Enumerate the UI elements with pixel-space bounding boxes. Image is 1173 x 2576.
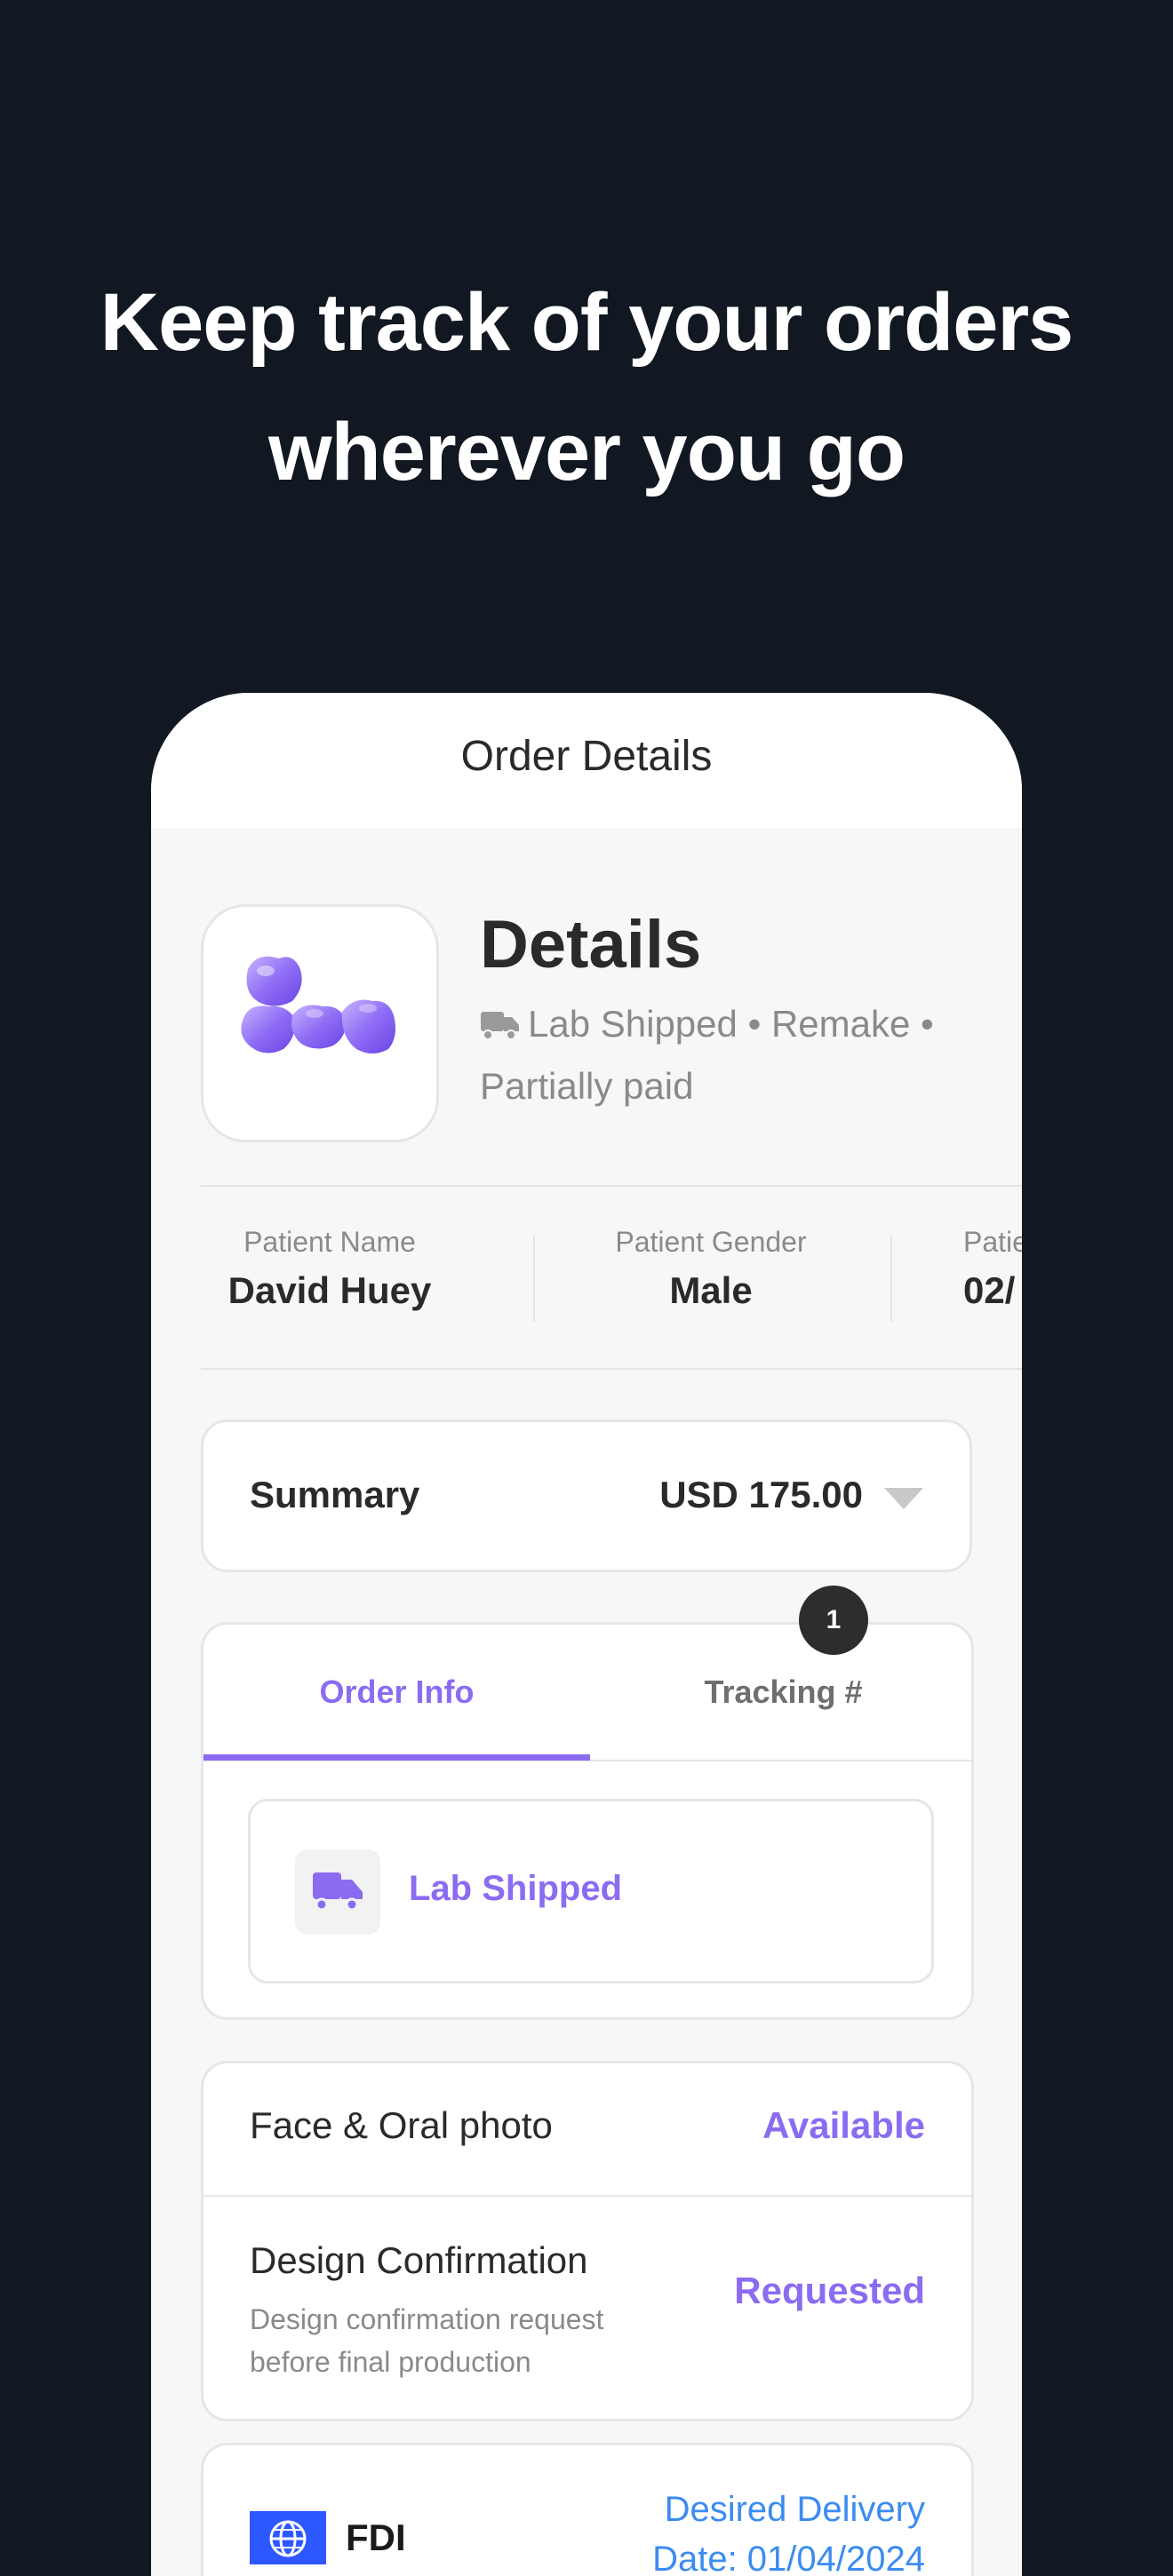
patient-name-value: David Huey: [227, 1269, 432, 1311]
order-thumbnail: [201, 904, 439, 1142]
globe-icon: [269, 2520, 307, 2557]
design-confirmation-status[interactable]: Requested: [734, 2270, 925, 2312]
summary-label: Summary: [250, 1474, 420, 1515]
headline-line-1: Keep track of your orders: [100, 277, 1074, 368]
shipping-status-label: Lab Shipped: [409, 1869, 622, 1908]
desired-delivery-line-2: Date: 01/04/2024: [652, 2540, 925, 2576]
headline: Keep track of your orders wherever you g…: [0, 258, 1173, 517]
truck-icon: [295, 1849, 380, 1935]
desired-delivery[interactable]: Desired Delivery Date: 01/04/2024: [652, 2485, 925, 2576]
design-confirmation-subtitle: Design confirmation request before final…: [250, 2303, 604, 2378]
shipping-status-card[interactable]: Lab Shipped: [248, 1799, 934, 1984]
summary-amount: USD 175.00: [659, 1474, 863, 1515]
order-status-line: Lab Shipped • Remake • Partially paid: [480, 995, 1004, 1116]
patient-gender-column: Patient Gender Male: [560, 1226, 862, 1312]
patient-dob-label: Patie: [963, 1226, 1022, 1258]
phone-screen: Order Details Details Lab Shipped • Rema…: [151, 693, 1022, 2576]
design-confirmation-title: Design Confirmation: [250, 2239, 588, 2281]
chevron-down-icon[interactable]: [884, 1488, 923, 1509]
patient-dob-column: Patie 02/: [963, 1226, 1022, 1312]
active-tab-indicator: [203, 1754, 590, 1761]
truck-icon: [480, 998, 521, 1057]
divider: [201, 1368, 1022, 1370]
tab-order-info[interactable]: Order Info: [203, 1674, 590, 1711]
fdi-label: FDI: [346, 2516, 406, 2558]
divider: [201, 1185, 1022, 1187]
patient-gender-value: Male: [669, 1269, 753, 1311]
separator: •: [747, 1003, 762, 1045]
divider: [203, 2195, 971, 2197]
patient-name-label: Patient Name: [243, 1226, 416, 1258]
tab-tracking[interactable]: Tracking #: [590, 1674, 977, 1711]
summary-card[interactable]: Summary USD 175.00: [201, 1419, 972, 1572]
divider: [533, 1235, 535, 1322]
tracking-count-badge: 1: [799, 1586, 868, 1655]
patient-name-column: Patient Name David Huey: [201, 1226, 459, 1312]
headline-line-2: wherever you go: [267, 407, 906, 497]
separator: •: [921, 1003, 934, 1045]
order-type: Remake: [770, 1003, 911, 1045]
face-oral-status[interactable]: Available: [762, 2104, 925, 2147]
desired-delivery-line-1: Desired Delivery: [664, 2490, 925, 2529]
flag-icon: [250, 2511, 326, 2564]
patient-gender-label: Patient Gender: [615, 1226, 807, 1258]
face-oral-title: Face & Oral photo: [250, 2104, 553, 2146]
payment-status: Partially paid: [480, 1065, 694, 1107]
order-tabs-card: Order Info Tracking # 1 Lab Shipped: [201, 1586, 977, 2020]
nav-title: Order Details: [460, 733, 713, 780]
requirements-card: Face & Oral photo Available Design Confi…: [201, 2061, 974, 2421]
fdi-card: FDI Desired Delivery Date: 01/04/2024: [201, 2443, 974, 2576]
patient-dob-value: 02/: [963, 1269, 1016, 1311]
order-status: Lab Shipped: [528, 1003, 738, 1045]
divider: [890, 1235, 892, 1322]
order-title: Details: [480, 907, 702, 982]
dental-crown-image: [241, 956, 395, 1053]
nav-bar: Order Details: [151, 693, 1022, 828]
